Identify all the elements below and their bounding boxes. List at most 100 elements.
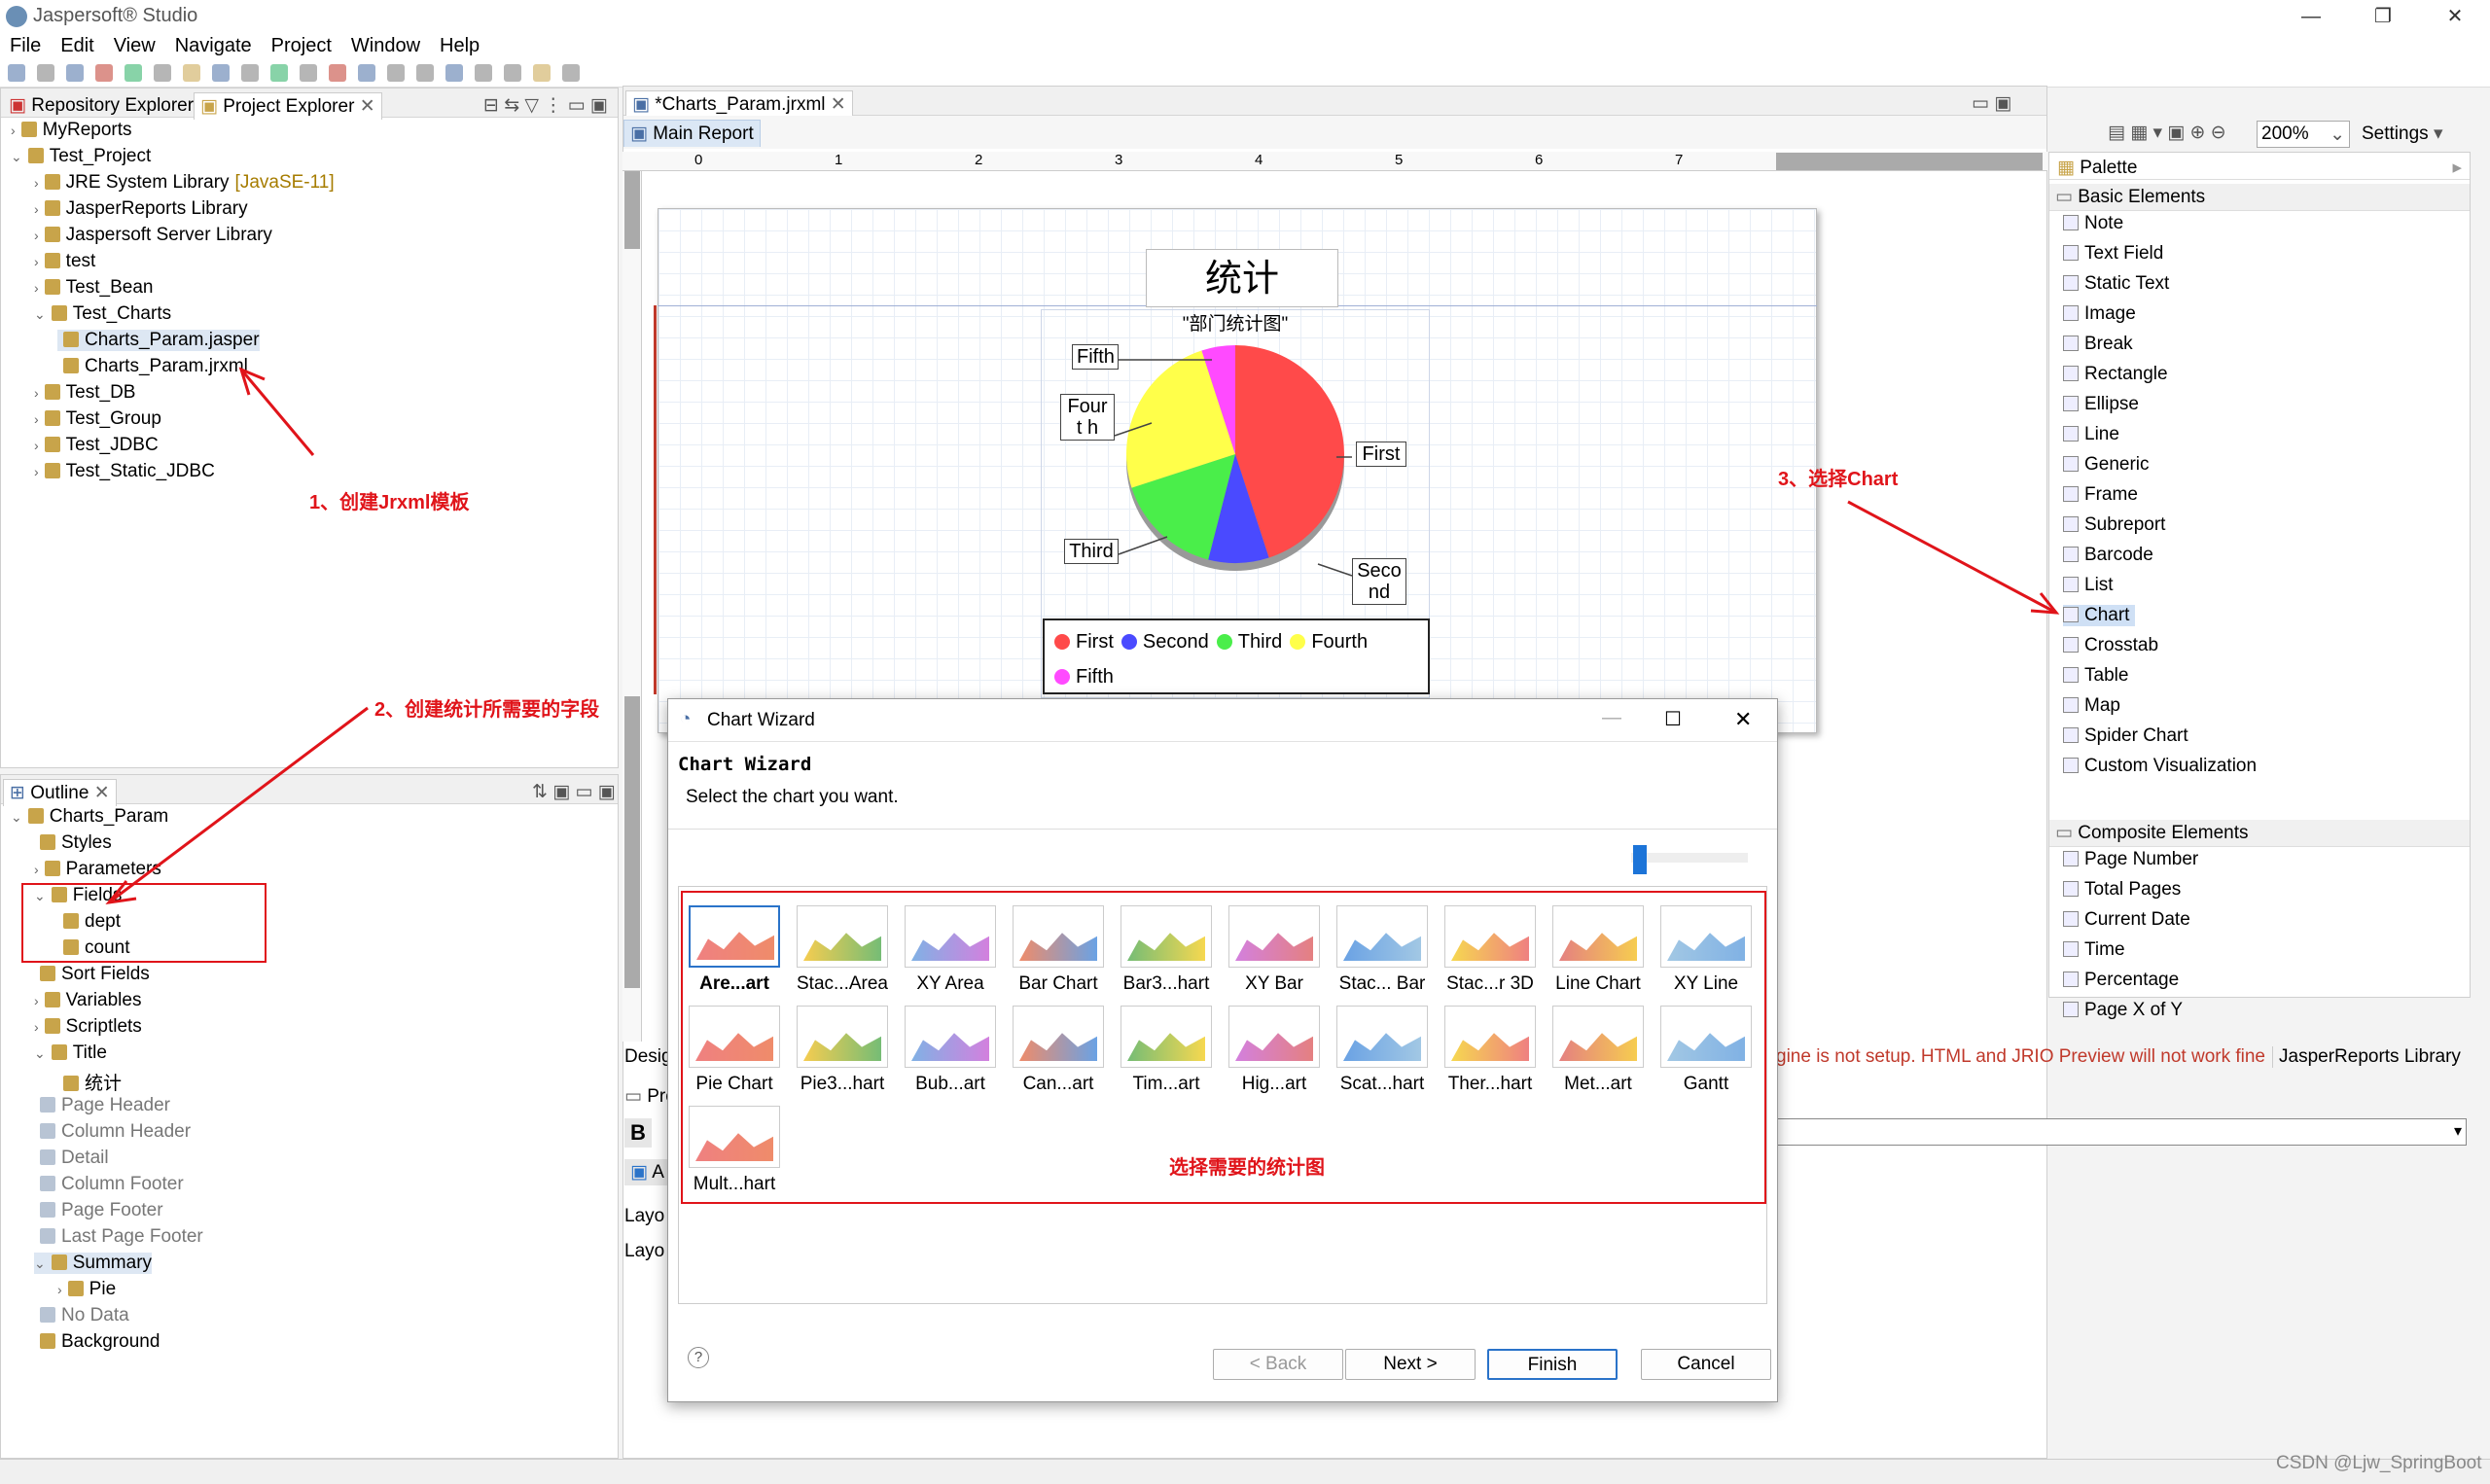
- menu-edit[interactable]: Edit: [51, 33, 103, 59]
- view-toolbar-icons[interactable]: ⊟ ⇆ ▽ ⋮ ▭ ▣: [478, 92, 614, 119]
- close-icon[interactable]: ✕: [2426, 2, 2484, 31]
- twistie-icon[interactable]: ›: [34, 438, 39, 453]
- palette-item-page-x-of-y[interactable]: Page X of Y: [2063, 1000, 2183, 1021]
- palette-section-header[interactable]: ▭ Basic Elements: [2049, 184, 2470, 211]
- project-item[interactable]: › Test_Group: [34, 408, 161, 430]
- project-item[interactable]: › Test_Bean: [34, 277, 153, 299]
- twistie-icon[interactable]: ⌄: [34, 1045, 46, 1061]
- outline-item[interactable]: 统计: [57, 1069, 122, 1095]
- twistie-icon[interactable]: ⌄: [34, 306, 46, 322]
- palette-item-map[interactable]: Map: [2063, 695, 2120, 717]
- back-button[interactable]: < Back: [1213, 1349, 1343, 1380]
- twistie-icon[interactable]: ›: [34, 464, 39, 479]
- project-item[interactable]: › Jaspersoft Server Library: [34, 225, 272, 246]
- palette-item-list[interactable]: List: [2063, 575, 2114, 596]
- palette-item-barcode[interactable]: Barcode: [2063, 545, 2153, 566]
- outline-item[interactable]: Background: [34, 1331, 160, 1353]
- palette-item-current-date[interactable]: Current Date: [2063, 909, 2190, 931]
- project-item[interactable]: › Test_JDBC: [34, 435, 159, 456]
- library-combo[interactable]: ▾: [1776, 1118, 2467, 1146]
- outline-item[interactable]: Sort Fields: [34, 964, 150, 985]
- twistie-icon[interactable]: ›: [34, 175, 39, 191]
- finish-button[interactable]: Finish: [1487, 1349, 1618, 1380]
- menu-help[interactable]: Help: [430, 33, 489, 59]
- toolbar-button-icon[interactable]: [66, 64, 84, 82]
- outline-item[interactable]: ⌄ Summary: [34, 1253, 153, 1274]
- outline-item[interactable]: › Scriptlets: [34, 1016, 142, 1038]
- toolbar-button-icon[interactable]: [475, 64, 492, 82]
- tab-project-explorer[interactable]: ▣ Project Explorer ✕: [194, 92, 382, 120]
- toolbar-button-icon[interactable]: [300, 64, 317, 82]
- editor-tools[interactable]: ▤ ▦ ▾ ▣ ⊕ ⊖: [2102, 120, 2232, 146]
- palette-item-generic[interactable]: Generic: [2063, 454, 2150, 476]
- toolbar-button-icon[interactable]: [241, 64, 259, 82]
- project-item[interactable]: ⌄ Test_Charts: [34, 303, 171, 325]
- toolbar-button-icon[interactable]: [154, 64, 171, 82]
- twistie-icon[interactable]: ›: [57, 1282, 62, 1297]
- twistie-icon[interactable]: ›: [34, 411, 39, 427]
- twistie-icon[interactable]: ›: [34, 1019, 39, 1035]
- palette-item-note[interactable]: Note: [2063, 213, 2123, 234]
- toolbar-button-icon[interactable]: [416, 64, 434, 82]
- outline-item[interactable]: Last Page Footer: [34, 1226, 203, 1248]
- palette-item-break[interactable]: Break: [2063, 334, 2133, 355]
- project-item[interactable]: › MyReports: [11, 120, 132, 141]
- thumbnail-size-slider-track[interactable]: [1631, 853, 1748, 863]
- outline-item[interactable]: › Parameters: [34, 859, 161, 880]
- twistie-icon[interactable]: ›: [34, 385, 39, 401]
- outline-item[interactable]: › Pie: [57, 1279, 116, 1300]
- outline-item[interactable]: Column Footer: [34, 1174, 184, 1195]
- dialog-close-icon[interactable]: ✕: [1734, 707, 1752, 732]
- toolbar-button-icon[interactable]: [533, 64, 551, 82]
- tab-design[interactable]: Desig: [624, 1046, 672, 1068]
- palette-item-percentage[interactable]: Percentage: [2063, 970, 2179, 991]
- menu-project[interactable]: Project: [262, 33, 341, 59]
- palette-item-text-field[interactable]: Text Field: [2063, 243, 2163, 265]
- outline-item[interactable]: No Data: [34, 1305, 129, 1326]
- settings-menu[interactable]: Settings ▾: [2362, 123, 2442, 145]
- toolbar-button-icon[interactable]: [358, 64, 375, 82]
- palette-item-line[interactable]: Line: [2063, 424, 2119, 445]
- twistie-icon[interactable]: ›: [11, 123, 16, 138]
- properties-a-tab[interactable]: ▣ A: [624, 1159, 670, 1185]
- menu-view[interactable]: View: [104, 33, 165, 59]
- report-title-text[interactable]: 统计: [1146, 249, 1338, 307]
- outline-item[interactable]: Page Header: [34, 1095, 170, 1116]
- menu-window[interactable]: Window: [341, 33, 430, 59]
- palette-item-image[interactable]: Image: [2063, 303, 2136, 325]
- palette-item-table[interactable]: Table: [2063, 665, 2128, 687]
- project-item[interactable]: › JRE System Library [JavaSE-11]: [34, 172, 335, 194]
- project-item[interactable]: › JasperReports Library: [34, 198, 248, 220]
- project-item[interactable]: Charts_Param.jrxml: [57, 356, 248, 377]
- twistie-icon[interactable]: ›: [34, 993, 39, 1008]
- toolbar-button-icon[interactable]: [504, 64, 521, 82]
- cancel-button[interactable]: Cancel: [1641, 1349, 1771, 1380]
- project-item[interactable]: ⌄ Test_Project: [11, 146, 151, 167]
- twistie-icon[interactable]: ›: [34, 254, 39, 269]
- twistie-icon[interactable]: ›: [34, 862, 39, 877]
- palette-item-static-text[interactable]: Static Text: [2063, 273, 2169, 295]
- toolbar-button-icon[interactable]: [562, 64, 580, 82]
- outline-item[interactable]: Column Header: [34, 1121, 191, 1143]
- project-item[interactable]: › Test_Static_JDBC: [34, 461, 215, 482]
- menu-file[interactable]: File: [0, 33, 51, 59]
- palette-item-custom-visualization[interactable]: Custom Visualization: [2063, 756, 2257, 777]
- outline-toolbar-icons[interactable]: ⇅ ▣ ▭ ▣: [526, 779, 622, 805]
- outline-item[interactable]: ⌄ Charts_Param: [11, 806, 168, 828]
- toolbar-button-icon[interactable]: [37, 64, 54, 82]
- menu-navigate[interactable]: Navigate: [165, 33, 262, 59]
- toolbar-button-icon[interactable]: [212, 64, 230, 82]
- tab-jasperreports-library[interactable]: JasperReports Library: [2272, 1046, 2461, 1068]
- tab-main-report[interactable]: ▣ Main Report: [623, 120, 761, 147]
- help-icon[interactable]: ?: [688, 1347, 709, 1368]
- twistie-icon[interactable]: ›: [34, 201, 39, 217]
- properties-b-tab[interactable]: B: [624, 1118, 652, 1148]
- project-item[interactable]: Charts_Param.jasper: [57, 330, 260, 351]
- project-item[interactable]: › Test_DB: [34, 382, 135, 404]
- tab-outline[interactable]: ⊞ Outline ✕: [3, 779, 117, 806]
- project-item[interactable]: › test: [34, 251, 95, 272]
- toolbar-button-icon[interactable]: [445, 64, 463, 82]
- tab-repository-explorer[interactable]: ▣ Repository Explorer: [3, 92, 199, 119]
- outline-item[interactable]: ⌄ Title: [34, 1042, 107, 1064]
- twistie-icon[interactable]: ›: [34, 280, 39, 296]
